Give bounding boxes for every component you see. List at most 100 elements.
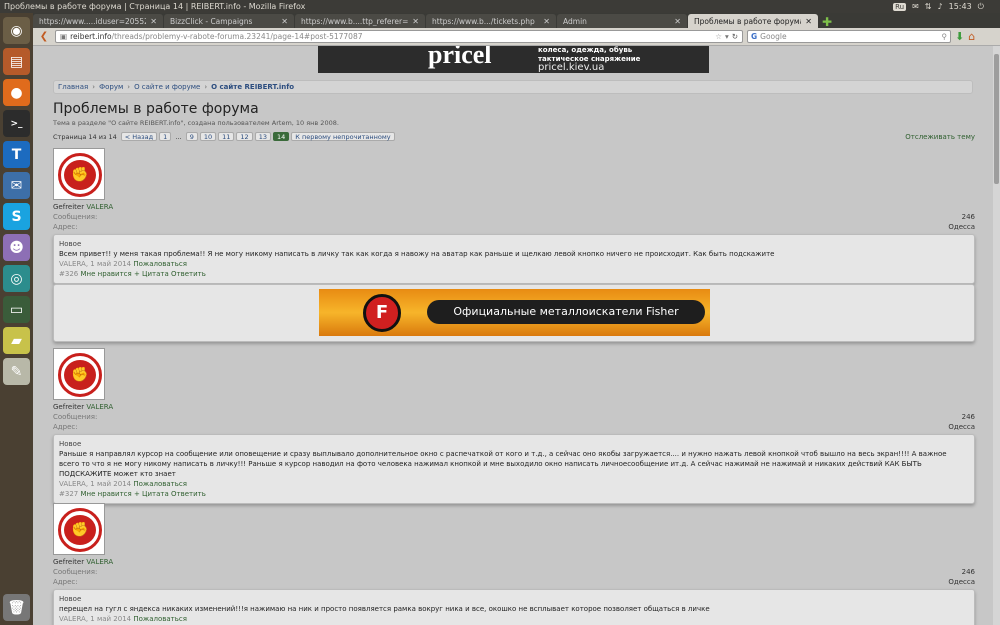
tab-label: Admin	[563, 16, 587, 26]
forum-post: ✊ Gefreiter VALERA Сообщения: 246 Адрес: О…	[53, 503, 975, 625]
trash-icon[interactable]: 🗑	[3, 594, 30, 621]
fist-icon: ✊	[64, 360, 96, 390]
search-bar[interactable]: G Google ⚲	[747, 30, 951, 43]
fisher-logo: F	[363, 294, 401, 332]
browser-tab[interactable]: https://www.b....ttp_referer= ✕	[295, 14, 425, 28]
username[interactable]: VALERA	[86, 203, 113, 211]
user-rank: Gefreiter	[53, 403, 85, 411]
address-label: Адрес:	[53, 423, 78, 431]
mail-icon[interactable]: ✉	[912, 2, 919, 11]
navigation-bar: ❮ ▣ reibert.info/threads/problemy-v-rabo…	[33, 28, 1000, 46]
volume-icon[interactable]: ♪	[938, 2, 943, 11]
power-icon[interactable]: ⏻	[978, 2, 984, 12]
thunderbird-icon[interactable]: ✉	[3, 172, 30, 199]
download-icon[interactable]: ⬇	[955, 30, 964, 43]
avatar[interactable]: ✊	[53, 503, 105, 555]
report-link[interactable]: Пожаловаться	[133, 615, 187, 623]
avatar[interactable]: ✊	[53, 348, 105, 400]
ad-block: F Официальные металлоискатели Fisher	[53, 284, 975, 342]
ubuntu-icon[interactable]: ◉	[3, 17, 30, 44]
clock[interactable]: 15:43	[949, 2, 972, 11]
page-link[interactable]: 13	[254, 132, 271, 141]
fisher-banner[interactable]: F Официальные металлоискатели Fisher	[319, 289, 710, 336]
messages-count: 246	[961, 568, 975, 576]
user-rank: Gefreiter	[53, 558, 85, 566]
post-number[interactable]: #326	[59, 270, 78, 278]
tab-label: https://www.b.../tickets.php	[432, 16, 535, 26]
username[interactable]: VALERA	[86, 558, 113, 566]
close-tab-icon[interactable]: ✕	[805, 17, 812, 26]
close-tab-icon[interactable]: ✕	[543, 17, 550, 26]
thread-subtitle: Тема в разделе "О сайте REIBERT.info", с…	[53, 119, 339, 127]
bookmark-star-icon[interactable]: ☆	[715, 32, 722, 41]
browser-tab[interactable]: BizzClick - Campaigns ✕	[164, 14, 294, 28]
eye-icon[interactable]: ◎	[3, 265, 30, 292]
post-number[interactable]: #327	[59, 490, 78, 498]
network-icon[interactable]: ⇅	[925, 2, 932, 11]
browser-tab[interactable]: https://www.b.../tickets.php ✕	[426, 14, 556, 28]
home-icon[interactable]: ⌂	[968, 30, 975, 43]
drive-icon[interactable]: ▰	[3, 327, 30, 354]
window-title: Проблемы в работе форума | Страница 14 |…	[4, 2, 306, 11]
prev-page-button[interactable]: < Назад	[120, 132, 158, 141]
close-tab-icon[interactable]: ✕	[150, 17, 157, 26]
page-link[interactable]: 14	[272, 132, 290, 141]
keyboard-layout-indicator[interactable]: Ru	[893, 2, 907, 11]
pricel-banner[interactable]: pricel колеса, одежда, обувь тактическое…	[318, 46, 709, 73]
close-tab-icon[interactable]: ✕	[674, 17, 681, 26]
messages-count: 246	[961, 213, 975, 221]
page-link[interactable]: 10	[199, 132, 217, 141]
browser-tab[interactable]: https://www.....iduser=20552 ✕	[33, 14, 163, 28]
firefox-icon[interactable]: ●	[3, 79, 30, 106]
breadcrumb-item[interactable]: О сайте и форуме	[134, 83, 200, 91]
files-icon[interactable]: ▤	[3, 48, 30, 75]
new-tab-icon[interactable]: ✚	[822, 16, 832, 28]
close-tab-icon[interactable]: ✕	[412, 17, 419, 26]
skype-icon[interactable]: S	[3, 203, 30, 230]
browser-tab[interactable]: Проблемы в работе форума | ...✕	[688, 14, 818, 28]
message-box: Новое Всем привет!! у меня такая проблем…	[53, 234, 975, 284]
watch-thread-link[interactable]: Отслеживать тему	[905, 133, 975, 141]
search-input[interactable]: Google	[760, 32, 938, 41]
page-link[interactable]: 12	[236, 132, 253, 141]
terminal-icon[interactable]: >_	[3, 110, 30, 137]
fisher-banner-text: Официальные металлоискатели Fisher	[427, 300, 705, 324]
back-icon[interactable]: ❮	[37, 31, 51, 42]
page-link[interactable]: 11	[218, 132, 235, 141]
url-bar[interactable]: ▣ reibert.info/threads/problemy-v-rabote…	[55, 30, 743, 43]
page-ellipsis[interactable]: …	[173, 133, 184, 141]
browser-tab[interactable]: Admin ✕	[557, 14, 687, 28]
reload-icon[interactable]: ↻	[732, 32, 738, 41]
avatar[interactable]: ✊	[53, 148, 105, 200]
post-meta: VALERA, 1 май 2014	[59, 615, 132, 623]
banner-url: pricel.kiev.ua	[538, 62, 605, 73]
page-link[interactable]: 9	[185, 132, 198, 141]
post-actions[interactable]: Мне нравится + Цитата Ответить	[80, 490, 205, 498]
editor-icon[interactable]: ✎	[3, 358, 30, 385]
close-tab-icon[interactable]: ✕	[281, 17, 288, 26]
monitor-icon[interactable]: ▭	[3, 296, 30, 323]
pidgin-icon[interactable]: ☻	[3, 234, 30, 261]
report-link[interactable]: Пожаловаться	[133, 480, 187, 488]
search-icon[interactable]: ⚲	[942, 32, 948, 41]
breadcrumb-item[interactable]: Главная	[58, 83, 88, 91]
page-link[interactable]: 1	[159, 132, 172, 141]
fist-icon: ✊	[64, 515, 96, 545]
dropdown-icon[interactable]: ▾	[725, 32, 729, 41]
breadcrumb-item[interactable]: Форум	[99, 83, 123, 91]
site-identity-icon[interactable]: ▣	[60, 32, 67, 41]
username[interactable]: VALERA	[86, 403, 113, 411]
google-icon: G	[751, 32, 758, 41]
scrollbar-thumb[interactable]	[994, 54, 999, 184]
breadcrumb-item[interactable]: О сайте REIBERT.info	[211, 83, 294, 91]
first-unread-button[interactable]: К первому непрочитанному	[291, 132, 395, 141]
messages-label: Сообщения:	[53, 213, 98, 221]
user-rank: Gefreiter	[53, 203, 85, 211]
new-badge: Новое	[59, 240, 82, 248]
report-link[interactable]: Пожаловаться	[133, 260, 187, 268]
post-actions[interactable]: Мне нравится + Цитата Ответить	[80, 270, 205, 278]
scrollbar[interactable]	[993, 46, 1000, 625]
text-icon[interactable]: T	[3, 141, 30, 168]
page-content: pricel колеса, одежда, обувь тактическое…	[33, 46, 993, 625]
launcher: ◉ ▤ ● >_ T ✉ S ☻ ◎ ▭ ▰ ✎ 🗑	[0, 13, 33, 625]
